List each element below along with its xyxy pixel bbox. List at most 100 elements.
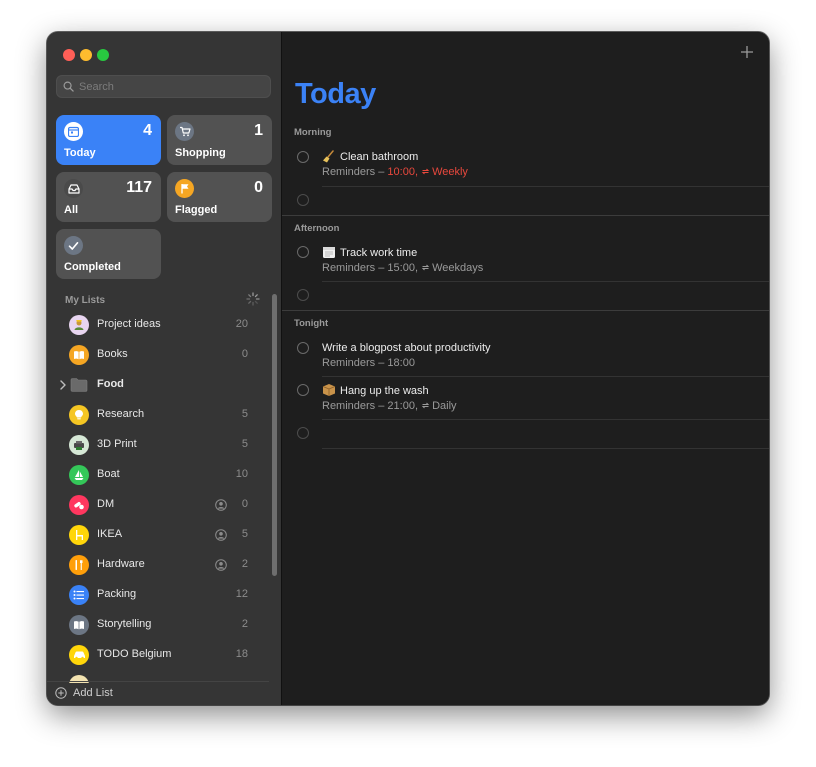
list-name: Packing bbox=[97, 588, 137, 600]
section-header-tonight: Tonight bbox=[294, 318, 329, 329]
sailboat-icon bbox=[69, 465, 89, 485]
lightbulb-icon bbox=[69, 405, 89, 425]
shared-person-icon bbox=[215, 499, 227, 511]
new-reminder-checkbox[interactable] bbox=[297, 194, 309, 206]
list-count: 5 bbox=[241, 528, 248, 540]
reminder-title[interactable]: Write a blogpost about productivity bbox=[322, 342, 491, 354]
list-item-hardware[interactable]: Hardware 2 bbox=[47, 550, 272, 580]
complete-checkbox[interactable] bbox=[297, 246, 309, 258]
section-divider bbox=[282, 310, 769, 311]
smart-list-flagged[interactable]: 0 Flagged bbox=[167, 172, 272, 222]
list-item-packing[interactable]: Packing 12 bbox=[47, 580, 272, 610]
plus-icon[interactable] bbox=[740, 45, 754, 59]
close-button[interactable] bbox=[63, 49, 75, 61]
reminder-subtitle: Reminders – 10:00, Weekly bbox=[322, 166, 468, 178]
smart-list-completed[interactable]: Completed bbox=[56, 229, 161, 279]
list-name: DM bbox=[97, 498, 115, 510]
car-icon bbox=[69, 645, 89, 665]
list-count: 12 bbox=[235, 588, 248, 600]
calendar-icon bbox=[64, 122, 83, 141]
smart-list-shopping[interactable]: 1 Shopping bbox=[167, 115, 272, 165]
card-count: 0 bbox=[254, 179, 263, 196]
shared-person-icon bbox=[215, 529, 227, 541]
book-icon bbox=[69, 345, 89, 365]
flag-icon bbox=[175, 179, 194, 198]
list-item-todo-belgium[interactable]: TODO Belgium 18 bbox=[47, 640, 272, 670]
reminder-subtitle: Reminders – 21:00, Daily bbox=[322, 400, 457, 412]
complete-checkbox[interactable] bbox=[297, 342, 309, 354]
list-name: Project ideas bbox=[97, 318, 161, 330]
chair-icon bbox=[69, 525, 89, 545]
book-open-icon bbox=[69, 615, 89, 635]
reminder-time: 15:00, bbox=[387, 262, 422, 274]
repeat-icon bbox=[421, 264, 430, 271]
list-item-project-ideas[interactable]: Project ideas 20 bbox=[47, 310, 272, 340]
main-pane: Today Morning Clean bathroom Reminders –… bbox=[282, 32, 769, 705]
folder-icon bbox=[70, 378, 88, 392]
reminder-time: 21:00, bbox=[387, 400, 422, 412]
new-reminder-checkbox[interactable] bbox=[297, 289, 309, 301]
reminder-title[interactable]: Hang up the wash bbox=[340, 385, 429, 397]
reminder-repeat: Weekly bbox=[432, 166, 468, 178]
card-count: 1 bbox=[254, 122, 263, 139]
list-name: TODO Belgium bbox=[97, 648, 172, 660]
repeat-icon bbox=[421, 402, 430, 409]
list-item-boat[interactable]: Boat 10 bbox=[47, 460, 272, 490]
calendar-emoji bbox=[322, 245, 336, 259]
list-name: 3D Print bbox=[97, 438, 137, 450]
list-name: Hardware bbox=[97, 558, 145, 570]
list-count: 0 bbox=[241, 498, 248, 510]
section-divider bbox=[282, 215, 769, 216]
checkmark-icon bbox=[64, 236, 83, 255]
zoom-button[interactable] bbox=[97, 49, 109, 61]
add-list-button[interactable]: Add List bbox=[47, 681, 269, 705]
person-icon bbox=[69, 315, 89, 335]
smart-list-all[interactable]: 117 All bbox=[56, 172, 161, 222]
complete-checkbox[interactable] bbox=[297, 151, 309, 163]
reminder-repeat: Weekdays bbox=[432, 262, 484, 274]
new-reminder-checkbox[interactable] bbox=[297, 427, 309, 439]
smart-list-today[interactable]: 4 Today bbox=[56, 115, 161, 165]
list-group-food[interactable]: Food bbox=[47, 370, 272, 400]
minimize-button[interactable] bbox=[80, 49, 92, 61]
list-item-research[interactable]: Research 5 bbox=[47, 400, 272, 430]
repeat-icon bbox=[421, 168, 430, 175]
sidebar-scrollbar[interactable] bbox=[272, 294, 277, 576]
my-lists: Project ideas 20 Books 0 Food Research 5… bbox=[47, 309, 281, 683]
reminder-subtitle: Reminders – 18:00 bbox=[322, 357, 415, 369]
list-item-dm[interactable]: DM 0 bbox=[47, 490, 272, 520]
spinner-icon bbox=[246, 292, 260, 306]
my-lists-header: My Lists bbox=[65, 295, 106, 306]
card-label: All bbox=[64, 204, 79, 216]
chevron-right-icon[interactable] bbox=[59, 379, 67, 391]
list-count: 5 bbox=[241, 408, 248, 420]
reminder-title[interactable]: Track work time bbox=[340, 247, 417, 259]
reminders-window: 4 Today 1 Shopping 117 All 0 Flagged bbox=[47, 32, 769, 705]
add-list-label: Add List bbox=[73, 687, 113, 699]
list-name: Books bbox=[97, 348, 128, 360]
search-input[interactable] bbox=[79, 76, 264, 97]
card-label: Flagged bbox=[175, 204, 218, 216]
list-item-storytelling[interactable]: Storytelling 2 bbox=[47, 610, 272, 640]
cart-icon bbox=[175, 122, 194, 141]
list-item-books[interactable]: Books 0 bbox=[47, 340, 272, 370]
list-count: 5 bbox=[241, 438, 248, 450]
list-count: 20 bbox=[235, 318, 248, 330]
reminder-subtitle: Reminders – 15:00, Weekdays bbox=[322, 262, 484, 274]
page-title: Today bbox=[295, 78, 376, 110]
pills-icon bbox=[69, 495, 89, 515]
search-field[interactable] bbox=[56, 75, 271, 98]
card-label: Today bbox=[64, 147, 96, 159]
list-bullet-icon bbox=[69, 585, 89, 605]
list-item-3d-print[interactable]: 3D Print 5 bbox=[47, 430, 272, 460]
reminder-title[interactable]: Clean bathroom bbox=[340, 151, 418, 163]
list-count: 18 bbox=[235, 648, 248, 660]
complete-checkbox[interactable] bbox=[297, 384, 309, 396]
list-name: Research bbox=[97, 408, 145, 420]
plus-circle-icon bbox=[55, 687, 67, 699]
package-emoji bbox=[322, 383, 336, 397]
list-item-ikea[interactable]: IKEA 5 bbox=[47, 520, 272, 550]
card-count: 117 bbox=[126, 179, 152, 196]
shared-person-icon bbox=[215, 559, 227, 571]
broom-emoji bbox=[322, 150, 336, 164]
